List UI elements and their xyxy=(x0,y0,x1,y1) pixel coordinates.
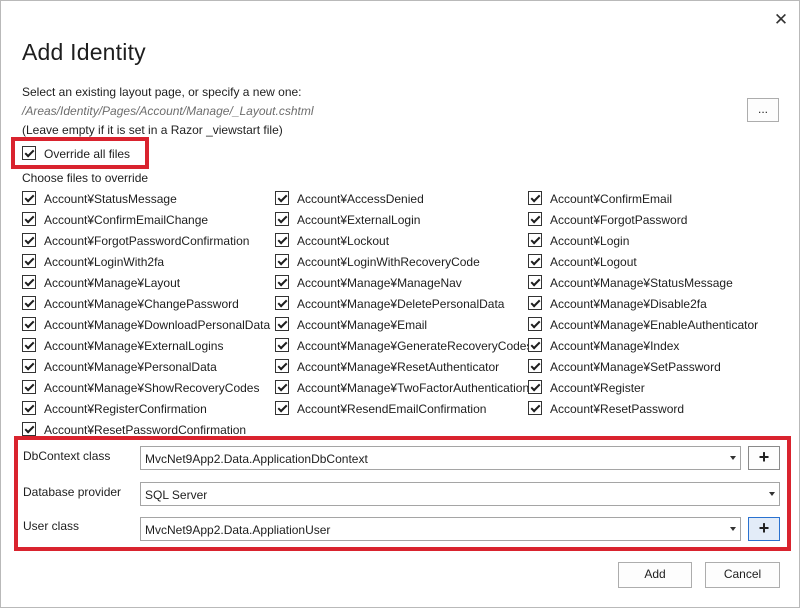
file-label: Account¥StatusMessage xyxy=(44,192,177,206)
file-label: Account¥LoginWithRecoveryCode xyxy=(297,255,480,269)
file-checkbox[interactable] xyxy=(275,359,289,373)
provider-combobox[interactable]: SQL Server xyxy=(140,482,780,506)
file-label: Account¥Lockout xyxy=(297,234,390,248)
add-userclass-button[interactable]: + xyxy=(748,517,780,541)
file-label: Account¥Manage¥PersonalData xyxy=(44,360,217,374)
file-label: Account¥Manage¥ShowRecoveryCodes xyxy=(44,381,260,395)
file-label: Account¥ForgotPassword xyxy=(550,213,688,227)
file-checkbox[interactable] xyxy=(275,233,289,247)
file-label: Account¥Manage¥Email xyxy=(297,318,428,332)
chevron-down-icon[interactable] xyxy=(730,527,736,531)
userclass-label: User class xyxy=(23,519,80,533)
file-checkbox[interactable] xyxy=(528,380,542,394)
override-all-checkbox[interactable] xyxy=(22,146,36,160)
file-label: Account¥ExternalLogin xyxy=(297,213,421,227)
file-label: Account¥Manage¥ResetAuthenticator xyxy=(297,360,500,374)
file-label: Account¥Manage¥Disable2fa xyxy=(550,297,707,311)
file-checkbox[interactable] xyxy=(22,380,36,394)
dbcontext-value: MvcNet9App2.Data.ApplicationDbContext xyxy=(145,452,368,466)
userclass-value: MvcNet9App2.Data.AppliationUser xyxy=(145,523,331,537)
file-label: Account¥ForgotPasswordConfirmation xyxy=(44,234,250,248)
file-checkbox[interactable] xyxy=(275,191,289,205)
file-checkbox[interactable] xyxy=(275,296,289,310)
file-checkbox[interactable] xyxy=(528,296,542,310)
file-label: Account¥Manage¥EnableAuthenticator xyxy=(550,318,759,332)
file-checkbox[interactable] xyxy=(528,212,542,226)
file-checkbox[interactable] xyxy=(22,359,36,373)
layout-hint: (Leave empty if it is set in a Razor _vi… xyxy=(22,123,283,137)
file-checkbox[interactable] xyxy=(22,254,36,268)
dbcontext-label: DbContext class xyxy=(23,449,111,463)
browse-layout-button[interactable]: ... xyxy=(747,98,779,122)
file-checkbox[interactable] xyxy=(22,317,36,331)
file-label: Account¥Register xyxy=(550,381,645,395)
file-checkbox[interactable] xyxy=(22,233,36,247)
file-checkbox[interactable] xyxy=(22,212,36,226)
provider-value: SQL Server xyxy=(145,488,208,502)
file-label: Account¥AccessDenied xyxy=(297,192,424,206)
file-label: Account¥ConfirmEmail xyxy=(550,192,673,206)
file-label: Account¥Manage¥DeletePersonalData xyxy=(297,297,505,311)
file-checkbox[interactable] xyxy=(22,338,36,352)
file-checkbox[interactable] xyxy=(528,338,542,352)
file-checkbox[interactable] xyxy=(22,296,36,310)
file-checkbox[interactable] xyxy=(275,401,289,415)
file-checkbox[interactable] xyxy=(528,275,542,289)
provider-label: Database provider xyxy=(23,485,122,499)
file-label: Account¥ResendEmailConfirmation xyxy=(297,402,487,416)
file-label: Account¥Manage¥ManageNav xyxy=(297,276,462,290)
file-checkbox[interactable] xyxy=(275,254,289,268)
layout-prompt: Select an existing layout page, or speci… xyxy=(22,85,302,99)
layout-path[interactable]: /Areas/Identity/Pages/Account/Manage/_La… xyxy=(22,104,314,118)
file-checkbox[interactable] xyxy=(275,275,289,289)
file-checkbox[interactable] xyxy=(275,317,289,331)
choose-files-label: Choose files to override xyxy=(22,171,149,185)
dialog-title: Add Identity xyxy=(22,39,146,65)
file-label: Account¥ConfirmEmailChange xyxy=(44,213,209,227)
add-identity-dialog: ✕ Add Identity Select an existing layout… xyxy=(0,0,800,608)
file-checkbox[interactable] xyxy=(528,317,542,331)
file-label: Account¥LoginWith2fa xyxy=(44,255,165,269)
file-checkbox[interactable] xyxy=(528,191,542,205)
file-label: Account¥Login xyxy=(550,234,630,248)
file-label: Account¥Manage¥ExternalLogins xyxy=(44,339,224,353)
close-icon[interactable]: ✕ xyxy=(769,9,793,31)
chevron-down-icon[interactable] xyxy=(730,456,736,460)
chevron-down-icon[interactable] xyxy=(769,492,775,496)
file-checkbox[interactable] xyxy=(22,191,36,205)
file-label: Account¥ResetPassword xyxy=(550,402,685,416)
file-label: Account¥Manage¥StatusMessage xyxy=(550,276,733,290)
dbcontext-combobox[interactable]: MvcNet9App2.Data.ApplicationDbContext xyxy=(140,446,741,470)
add-dbcontext-button[interactable]: + xyxy=(748,446,780,470)
file-checkbox[interactable] xyxy=(275,380,289,394)
cancel-button[interactable]: Cancel xyxy=(705,562,780,588)
override-all-label: Override all files xyxy=(44,147,131,161)
file-label: Account¥Logout xyxy=(550,255,637,269)
file-checkbox[interactable] xyxy=(528,233,542,247)
add-button[interactable]: Add xyxy=(618,562,692,588)
file-label: Account¥Manage¥ChangePassword xyxy=(44,297,239,311)
file-checkbox[interactable] xyxy=(22,422,36,436)
file-checkbox[interactable] xyxy=(275,338,289,352)
file-label: Account¥RegisterConfirmation xyxy=(44,402,207,416)
file-checkbox[interactable] xyxy=(22,401,36,415)
file-checkbox[interactable] xyxy=(275,212,289,226)
file-label: Account¥Manage¥SetPassword xyxy=(550,360,721,374)
file-checkbox[interactable] xyxy=(528,401,542,415)
file-checkbox[interactable] xyxy=(528,254,542,268)
file-label: Account¥Manage¥DownloadPersonalData xyxy=(44,318,271,332)
file-label: Account¥ResetPasswordConfirmation xyxy=(44,423,247,437)
file-checkbox[interactable] xyxy=(528,359,542,373)
file-checkbox[interactable] xyxy=(22,275,36,289)
file-label: Account¥Manage¥Layout xyxy=(44,276,181,290)
file-label: Account¥Manage¥TwoFactorAuthentication xyxy=(297,381,530,395)
file-label: Account¥Manage¥GenerateRecoveryCodes xyxy=(297,339,533,353)
file-label: Account¥Manage¥Index xyxy=(550,339,680,353)
userclass-combobox[interactable]: MvcNet9App2.Data.AppliationUser xyxy=(140,517,741,541)
